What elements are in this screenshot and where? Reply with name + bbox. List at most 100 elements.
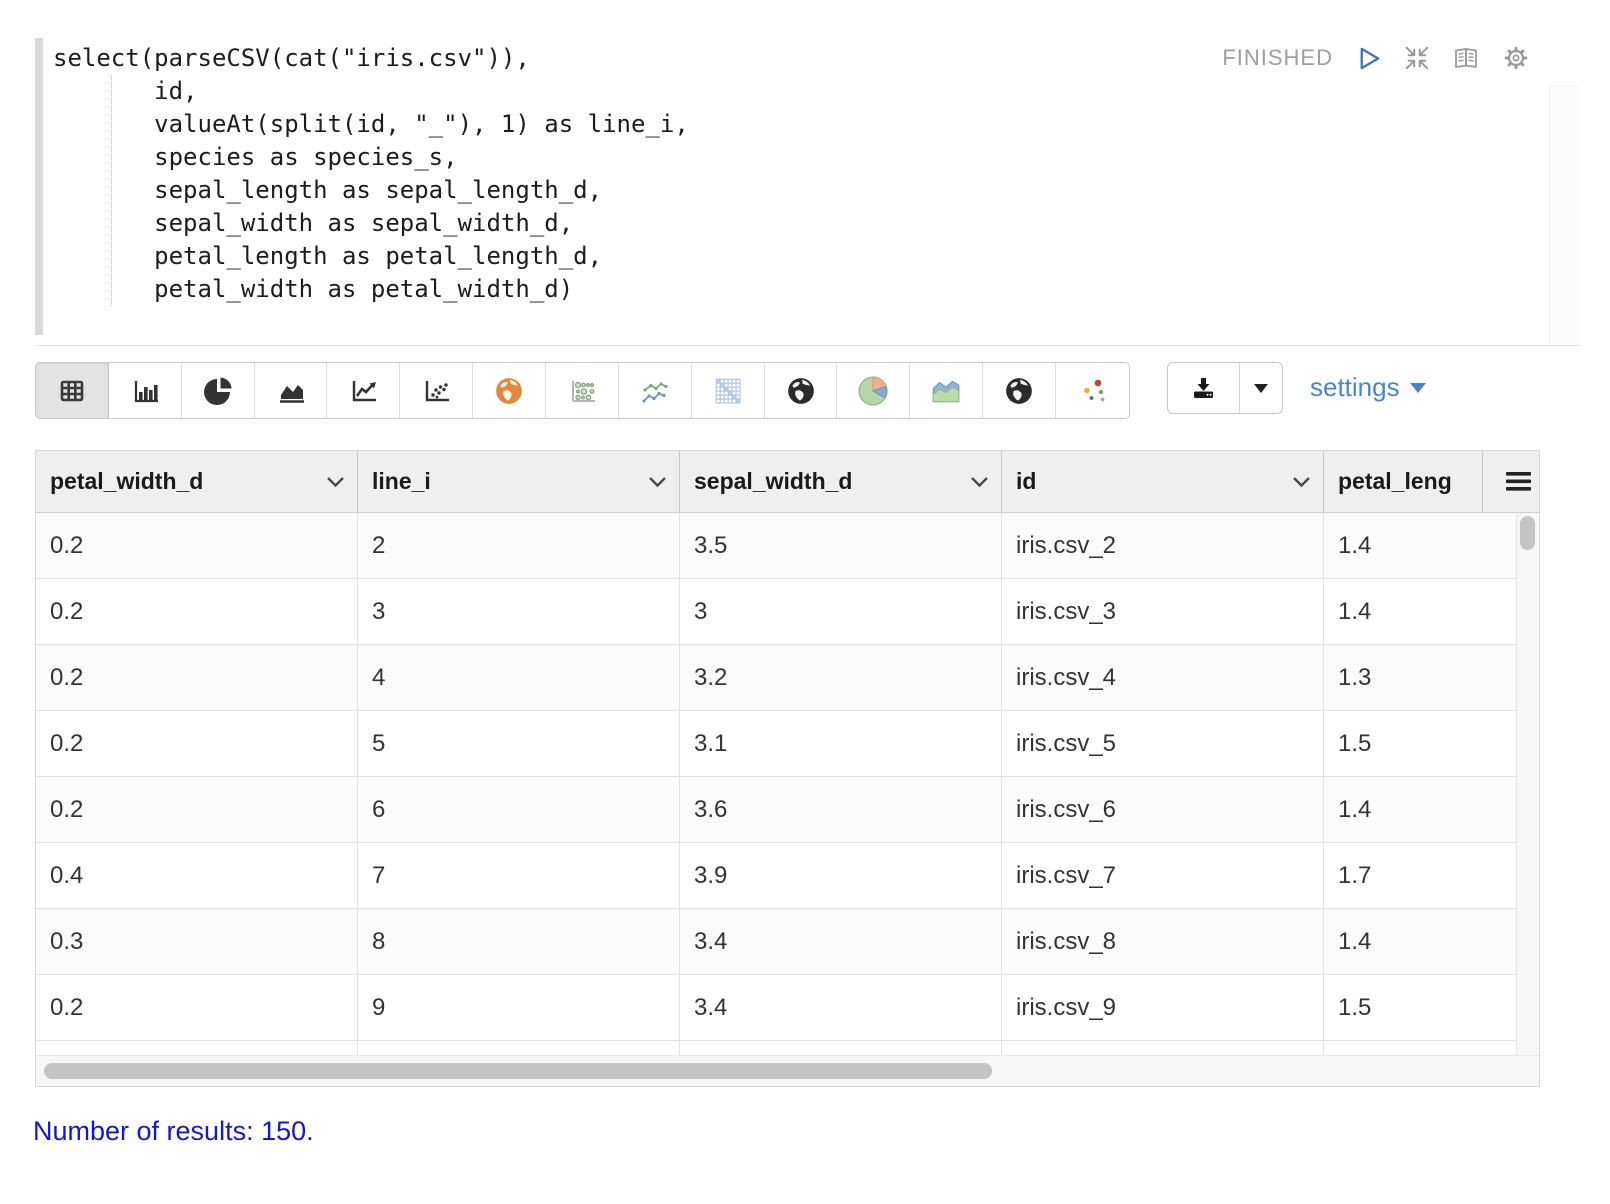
book-icon[interactable]	[1452, 44, 1480, 72]
download-options-caret-icon[interactable]	[1240, 363, 1282, 413]
code-line: sepal_width as sepal_width_d,	[53, 207, 689, 240]
table-cell: 0.2	[36, 777, 358, 842]
column-header-label: petal_width_d	[50, 468, 203, 495]
table-icon[interactable]	[36, 363, 109, 418]
horizontal-scrollbar-thumb[interactable]	[44, 1063, 992, 1079]
globe-dark-icon[interactable]	[765, 363, 838, 418]
table-cell: 2	[358, 513, 680, 578]
code-line: id,	[53, 75, 689, 108]
globe-dark-2-icon[interactable]	[983, 363, 1056, 418]
globe-orange-icon[interactable]	[473, 363, 546, 418]
table-cell: 1.5	[1324, 711, 1519, 776]
code-line: select(parseCSV(cat("iris.csv")),	[53, 42, 689, 75]
download-icon[interactable]	[1168, 363, 1240, 413]
table-cell: 6	[358, 777, 680, 842]
editor-vertical-scrollbar[interactable]	[1549, 85, 1580, 345]
result-count-text: Number of results: 150.	[33, 1116, 314, 1147]
table-cell: 0.4	[36, 843, 358, 908]
code-line: petal_length as petal_length_d,	[53, 240, 689, 273]
chevron-down-icon[interactable]	[326, 476, 345, 488]
scatter-chart-icon[interactable]	[400, 363, 473, 418]
table-cell: iris.csv_4	[1002, 645, 1324, 710]
horizontal-scrollbar[interactable]	[36, 1055, 1539, 1086]
table-cell: 3	[358, 579, 680, 644]
chart-type-button-group	[35, 362, 1130, 419]
play-icon[interactable]	[1355, 45, 1382, 72]
table-row: 0.263.6iris.csv_61.4	[36, 777, 1519, 843]
chevron-down-icon[interactable]	[648, 476, 667, 488]
table-cell: 5	[358, 711, 680, 776]
partially-visible-row	[36, 1041, 1539, 1055]
table-cell: iris.csv_2	[1002, 513, 1324, 578]
chevron-down-icon	[1410, 383, 1426, 393]
table-cell: 9	[358, 975, 680, 1040]
multi-line-chart-icon[interactable]	[619, 363, 692, 418]
table-cell: iris.csv_5	[1002, 711, 1324, 776]
column-header-line_i[interactable]: line_i	[358, 451, 680, 512]
column-header-label: line_i	[372, 468, 431, 495]
column-header-petal_width_d[interactable]: petal_width_d	[36, 451, 358, 512]
table-cell: 0.2	[36, 975, 358, 1040]
scatter-colored-icon[interactable]	[1056, 363, 1129, 418]
area-chart-icon[interactable]	[255, 363, 328, 418]
hamburger-icon	[1505, 471, 1532, 492]
gear-icon[interactable]	[1502, 44, 1530, 72]
area-colored-icon[interactable]	[910, 363, 983, 418]
table-row: 0.383.4iris.csv_81.4	[36, 909, 1519, 975]
table-cell: 3.6	[680, 777, 1002, 842]
code-line: petal_width as petal_width_d)	[53, 273, 689, 306]
column-header-id[interactable]: id	[1002, 451, 1324, 512]
table-cell: 1.4	[1324, 777, 1519, 842]
table-cell: 0.2	[36, 579, 358, 644]
vertical-scrollbar-thumb[interactable]	[1520, 516, 1535, 550]
code-line: sepal_length as sepal_length_d,	[53, 174, 689, 207]
bubble-chart-icon[interactable]	[546, 363, 619, 418]
chevron-down-icon[interactable]	[970, 476, 989, 488]
editor-gutter-bar	[35, 38, 43, 335]
table-cell: iris.csv_3	[1002, 579, 1324, 644]
pie-chart-icon[interactable]	[182, 363, 255, 418]
table-cell: 1.4	[1324, 579, 1519, 644]
table-cell: 1.3	[1324, 645, 1519, 710]
table-row: 0.223.5iris.csv_21.4	[36, 513, 1519, 579]
status-badge: FINISHED	[1222, 45, 1333, 71]
table-cell: 7	[358, 843, 680, 908]
bar-chart-icon[interactable]	[109, 363, 182, 418]
table-cell: 3.9	[680, 843, 1002, 908]
table-cell: iris.csv_7	[1002, 843, 1324, 908]
visualization-toolbar: settings	[35, 362, 1130, 419]
table-rows: 0.223.5iris.csv_21.40.233iris.csv_31.40.…	[36, 513, 1519, 1041]
pie-colored-icon[interactable]	[837, 363, 910, 418]
table-cell: iris.csv_6	[1002, 777, 1324, 842]
code-text[interactable]: select(parseCSV(cat("iris.csv")), id, va…	[53, 42, 689, 306]
table-row: 0.293.4iris.csv_91.5	[36, 975, 1519, 1041]
result-table: petal_width_d line_i sepal_width_d id petal_…	[35, 450, 1540, 1087]
column-header-label: sepal_width_d	[694, 468, 852, 495]
table-cell: 3.1	[680, 711, 1002, 776]
table-cell: 3.4	[680, 975, 1002, 1040]
paragraph-controls: FINISHED	[1222, 44, 1530, 72]
table-cell: 8	[358, 909, 680, 974]
table-header-row: petal_width_d line_i sepal_width_d id petal_…	[36, 451, 1539, 513]
table-cell: 1.4	[1324, 513, 1519, 578]
settings-link[interactable]: settings	[1310, 372, 1426, 403]
table-menu-button[interactable]	[1483, 451, 1539, 512]
column-header-sepal_width_d[interactable]: sepal_width_d	[680, 451, 1002, 512]
table-cell: 3	[680, 579, 1002, 644]
column-header-label: id	[1016, 468, 1036, 495]
matrix-grid-icon[interactable]	[692, 363, 765, 418]
table-body: 0.223.5iris.csv_21.40.233iris.csv_31.40.…	[36, 513, 1539, 1055]
line-chart-icon[interactable]	[327, 363, 400, 418]
collapse-icon[interactable]	[1404, 45, 1430, 71]
table-cell: 3.5	[680, 513, 1002, 578]
download-split-button	[1167, 362, 1283, 414]
table-cell: 1.7	[1324, 843, 1519, 908]
table-cell: iris.csv_8	[1002, 909, 1324, 974]
chevron-down-icon[interactable]	[1292, 476, 1311, 488]
table-row: 0.233iris.csv_31.4	[36, 579, 1519, 645]
vertical-scrollbar[interactable]	[1516, 513, 1539, 1055]
table-row: 0.473.9iris.csv_71.7	[36, 843, 1519, 909]
table-row: 0.253.1iris.csv_51.5	[36, 711, 1519, 777]
code-editor[interactable]: select(parseCSV(cat("iris.csv")), id, va…	[35, 30, 1580, 346]
column-header-petal_leng[interactable]: petal_leng	[1324, 451, 1483, 512]
